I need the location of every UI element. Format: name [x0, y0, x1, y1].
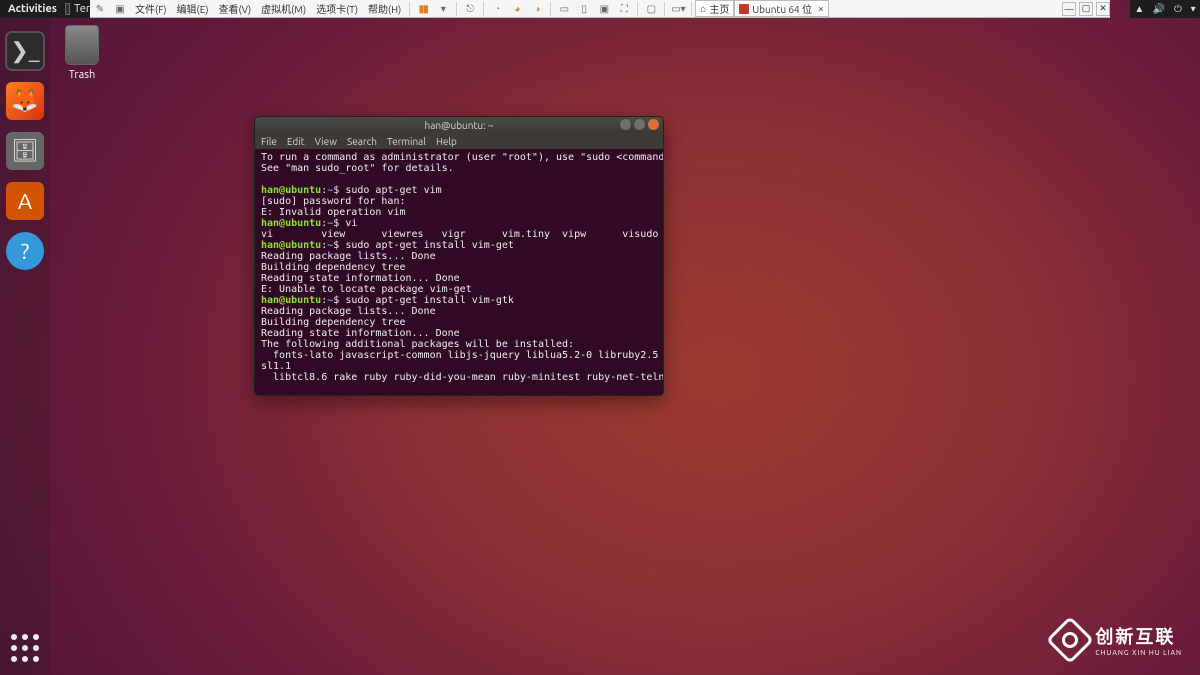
pin-icon[interactable]: ✎ — [93, 2, 107, 16]
vm-menu-tabs[interactable]: 选项卡(T) — [311, 1, 363, 16]
term-menu-search[interactable]: Search — [347, 136, 377, 147]
snapshot-manage-icon[interactable]: ◕ — [510, 2, 524, 16]
pause-icon[interactable]: ▮▮ — [416, 2, 430, 16]
watermark-en: CHUANG XIN HU LIAN — [1095, 649, 1182, 657]
vm-menu-edit[interactable]: 编辑(E) — [172, 1, 214, 16]
unity-icon[interactable]: ▢ — [644, 2, 658, 16]
host-maximize-icon[interactable]: ▢ — [1079, 2, 1093, 16]
trash-label: Trash — [65, 69, 99, 81]
fullscreen-icon[interactable]: ⛶ — [617, 2, 631, 16]
vm-menu-view[interactable]: 查看(V) — [213, 1, 256, 16]
vm-menu-help[interactable]: 帮助(H) — [363, 1, 406, 16]
power-icon[interactable]: ⏻ — [1174, 3, 1182, 15]
terminal-window: han@ubuntu: ~ File Edit View Search Term… — [254, 116, 664, 396]
view-multi-icon[interactable]: ▯ — [577, 2, 591, 16]
power-dropdown-icon[interactable]: ▾ — [436, 2, 450, 16]
tabs-icon[interactable]: ▣ — [113, 2, 127, 16]
chevron-down-icon[interactable]: ▾ — [1191, 3, 1196, 15]
snapshot-icon[interactable]: ◔ — [490, 2, 504, 16]
stretch-icon[interactable]: ▭▾ — [671, 2, 685, 16]
vm-menu-file[interactable]: 文件(F) — [130, 1, 172, 16]
vm-host-menubar: ✎ ▣ 文件(F) 编辑(E) 查看(V) 虚拟机(M) 选项卡(T) 帮助(H… — [90, 0, 1110, 18]
dock-files[interactable]: 🗄 — [6, 132, 44, 170]
desktop-trash[interactable]: Trash — [65, 25, 99, 81]
network-icon[interactable]: ▲ — [1134, 3, 1144, 15]
term-menu-terminal[interactable]: Terminal — [387, 136, 426, 147]
host-close-icon[interactable]: ✕ — [1096, 2, 1110, 16]
minimize-icon[interactable] — [620, 119, 631, 130]
gnome-system-tray[interactable]: ▲ 🔊 ⏻ ▾ — [1130, 0, 1200, 18]
watermark-cn: 创新互联 — [1095, 623, 1182, 649]
vm-menu-vm[interactable]: 虚拟机(M) — [256, 1, 311, 16]
home-icon: ⌂ — [700, 3, 706, 15]
ubuntu-icon — [739, 4, 749, 14]
terminal-menubar: File Edit View Search Terminal Help — [255, 133, 663, 149]
term-menu-view[interactable]: View — [315, 136, 337, 147]
snapshot-revert-icon[interactable]: ◑ — [530, 2, 544, 16]
tab-guest[interactable]: Ubuntu 64 位× — [734, 0, 828, 17]
view-grid-icon[interactable]: ▣ — [597, 2, 611, 16]
watermark: 创新互联 CHUANG XIN HU LIAN — [1053, 623, 1182, 657]
active-app-icon — [65, 3, 70, 15]
dock-terminal[interactable]: ❯_ — [6, 32, 44, 70]
term-menu-help[interactable]: Help — [436, 136, 457, 147]
active-app-label: Ter — [74, 3, 90, 15]
dock-help[interactable]: ? — [6, 232, 44, 270]
send-cad-icon[interactable]: ⎋ — [463, 2, 477, 16]
activities-button[interactable]: Activities — [0, 3, 65, 15]
watermark-logo-icon — [1046, 616, 1094, 664]
show-applications-button[interactable] — [8, 631, 42, 665]
terminal-title: han@ubuntu: ~ — [424, 120, 493, 131]
host-minimize-icon[interactable]: — — [1062, 2, 1076, 16]
tab-home[interactable]: ⌂主页 — [695, 0, 734, 17]
view-single-icon[interactable]: ▭ — [557, 2, 571, 16]
close-tab-icon[interactable]: × — [818, 3, 824, 14]
ubuntu-dock: ❯_ 🦊 🗄 A ? — [0, 18, 50, 675]
terminal-body[interactable]: To run a command as administrator (user … — [255, 149, 663, 395]
dock-software[interactable]: A — [6, 182, 44, 220]
gnome-topbar: Activities Ter — [0, 0, 90, 18]
terminal-titlebar[interactable]: han@ubuntu: ~ — [255, 117, 663, 133]
dock-firefox[interactable]: 🦊 — [6, 82, 44, 120]
trash-icon — [65, 25, 99, 65]
close-icon[interactable] — [648, 119, 659, 130]
term-menu-file[interactable]: File — [261, 136, 277, 147]
term-menu-edit[interactable]: Edit — [287, 136, 305, 147]
sound-icon[interactable]: 🔊 — [1153, 3, 1165, 15]
maximize-icon[interactable] — [634, 119, 645, 130]
